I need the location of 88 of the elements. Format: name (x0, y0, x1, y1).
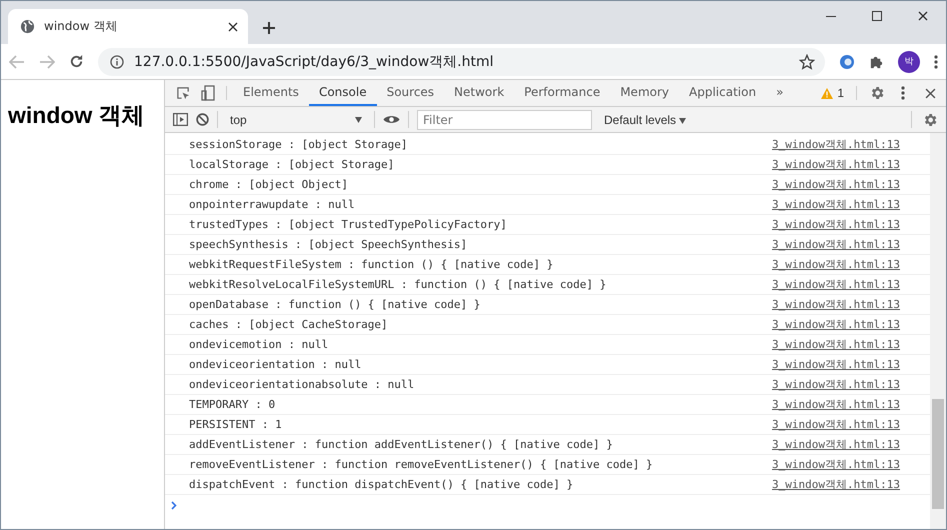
back-arrow-icon (9, 54, 25, 68)
source-link[interactable]: 3_window객체.html:13 (772, 357, 900, 372)
devtools-tab[interactable]: Elements (233, 80, 309, 106)
source-link[interactable]: 3_window객체.html:13 (772, 417, 900, 432)
source-link[interactable]: 3_window객체.html:13 (772, 297, 900, 312)
reload-button[interactable] (69, 54, 84, 69)
maximize-icon (872, 11, 882, 21)
cursor-select-icon (176, 86, 191, 100)
source-link[interactable]: 3_window객체.html:13 (772, 277, 900, 292)
page-heading: window 객체 (8, 101, 146, 130)
dropdown-arrow-icon (679, 118, 686, 124)
source-link[interactable]: 3_window객체.html:13 (772, 157, 900, 172)
source-link[interactable]: 3_window객체.html:13 (772, 477, 900, 492)
device-icon (201, 85, 215, 101)
console-message: speechSynthesis : [object SpeechSynthesis] (189, 238, 468, 251)
console-message: caches : [object CacheStorage] (189, 318, 389, 331)
more-tabs-button[interactable]: » (766, 80, 794, 106)
settings-icon (922, 112, 938, 128)
eye-icon (383, 114, 400, 125)
settings-icon (869, 85, 885, 101)
warnings-counter[interactable]: 1 (815, 80, 850, 106)
block-icon (196, 113, 209, 126)
forward-arrow-icon (39, 54, 55, 68)
source-link[interactable]: 3_window객체.html:13 (772, 397, 900, 412)
console-message: addEventListener : function addEventListener() { [native code] } (189, 438, 614, 451)
browser-tab[interactable]: window 객체 (8, 9, 248, 44)
devtools-tab[interactable]: Sources (376, 80, 444, 106)
scrollbar[interactable] (930, 133, 946, 529)
console-message: webkitRequestFileSystem : function () { [native code] } (189, 258, 554, 271)
dropdown-arrow-icon (355, 116, 362, 122)
source-link[interactable]: 3_window객체.html:13 (772, 317, 900, 332)
reload-icon (69, 54, 84, 69)
info-icon (110, 54, 124, 68)
profile-avatar[interactable]: 박 (898, 50, 920, 72)
sidebar-toggle-button[interactable] (173, 113, 188, 126)
sidebar-icon (173, 113, 188, 126)
console-message: TEMPORARY : 0 (189, 398, 276, 411)
plus-icon (262, 21, 276, 35)
source-link[interactable]: 3_window객체.html:13 (772, 257, 900, 272)
console-message: ondeviceorientationabsolute : null (189, 378, 416, 391)
devtools-tab[interactable]: Performance (514, 80, 610, 106)
source-link[interactable]: 3_window객체.html:13 (772, 137, 900, 152)
source-link[interactable]: 3_window객체.html:13 (772, 177, 900, 192)
console-message: trustedTypes : [object TrustedTypePolicyFactory] (189, 218, 508, 231)
console-message: PERSISTENT : 1 (189, 418, 283, 431)
puzzle-icon (869, 54, 884, 69)
close-icon (918, 11, 928, 21)
filter-field[interactable]: Filter (417, 110, 592, 130)
console-message: localStorage : [object Storage] (189, 158, 396, 171)
prompt-icon (171, 500, 177, 510)
globe-icon (20, 19, 35, 34)
source-link[interactable]: 3_window객체.html:13 (772, 237, 900, 252)
console-message: ondeviceorientation : null (189, 358, 362, 371)
extension-icon (839, 54, 855, 70)
close-icon (925, 88, 936, 98)
console-message: removeEventListener : function removeEventListener() { [native code] } (189, 458, 654, 471)
console-message: onpointerrawupdate : null (189, 198, 356, 211)
source-link[interactable]: 3_window객체.html:13 (772, 337, 900, 352)
source-link[interactable]: 3_window객체.html:13 (772, 377, 900, 392)
devtools-tab[interactable]: Network (444, 80, 514, 106)
warning-icon (821, 88, 834, 98)
source-link[interactable]: 3_window객체.html:13 (772, 437, 900, 452)
tab-title: window 객체 (44, 18, 118, 35)
more-menu-icon (901, 86, 905, 100)
clear-console-button[interactable] (196, 113, 209, 126)
url-text: 127.0.0.1:5500/JavaScript/day6/3_window객체.html (134, 52, 494, 70)
devtools-tab[interactable]: Application (679, 80, 766, 106)
console-message: webkitResolveLocalFileSystemURL : function () { [native code] } (189, 278, 608, 291)
devtools-tab[interactable]: Memory (610, 80, 680, 106)
close-icon (228, 22, 238, 32)
source-link[interactable]: 3_window객체.html:13 (772, 197, 900, 212)
console-message: ondevicemotion : null (189, 338, 330, 351)
tab-close-button[interactable] (228, 22, 238, 32)
console-message: openDatabase : function () { [native code] } (189, 298, 482, 311)
source-link[interactable]: 3_window객체.html:13 (772, 217, 900, 232)
console-message: sessionStorage : [object Storage] (189, 138, 409, 151)
console-message: chrome : [object Object] (189, 178, 349, 191)
live-expression-button[interactable] (383, 114, 400, 125)
star-icon (799, 54, 815, 70)
log-levels-dropdown[interactable]: Default levels (600, 112, 690, 126)
new-tab-button[interactable] (262, 21, 276, 35)
console-message: dispatchEvent : function dispatchEvent() { [native code] } (189, 478, 574, 491)
source-link[interactable]: 3_window객체.html:13 (772, 457, 900, 472)
context-select[interactable]: top (226, 110, 366, 130)
address-bar[interactable]: 127.0.0.1:5500/JavaScript/day6/3_window객체.html (98, 48, 825, 76)
scrollbar-thumb[interactable] (932, 399, 944, 509)
browser-menu-button[interactable] (934, 54, 938, 68)
more-menu-icon (934, 54, 938, 68)
